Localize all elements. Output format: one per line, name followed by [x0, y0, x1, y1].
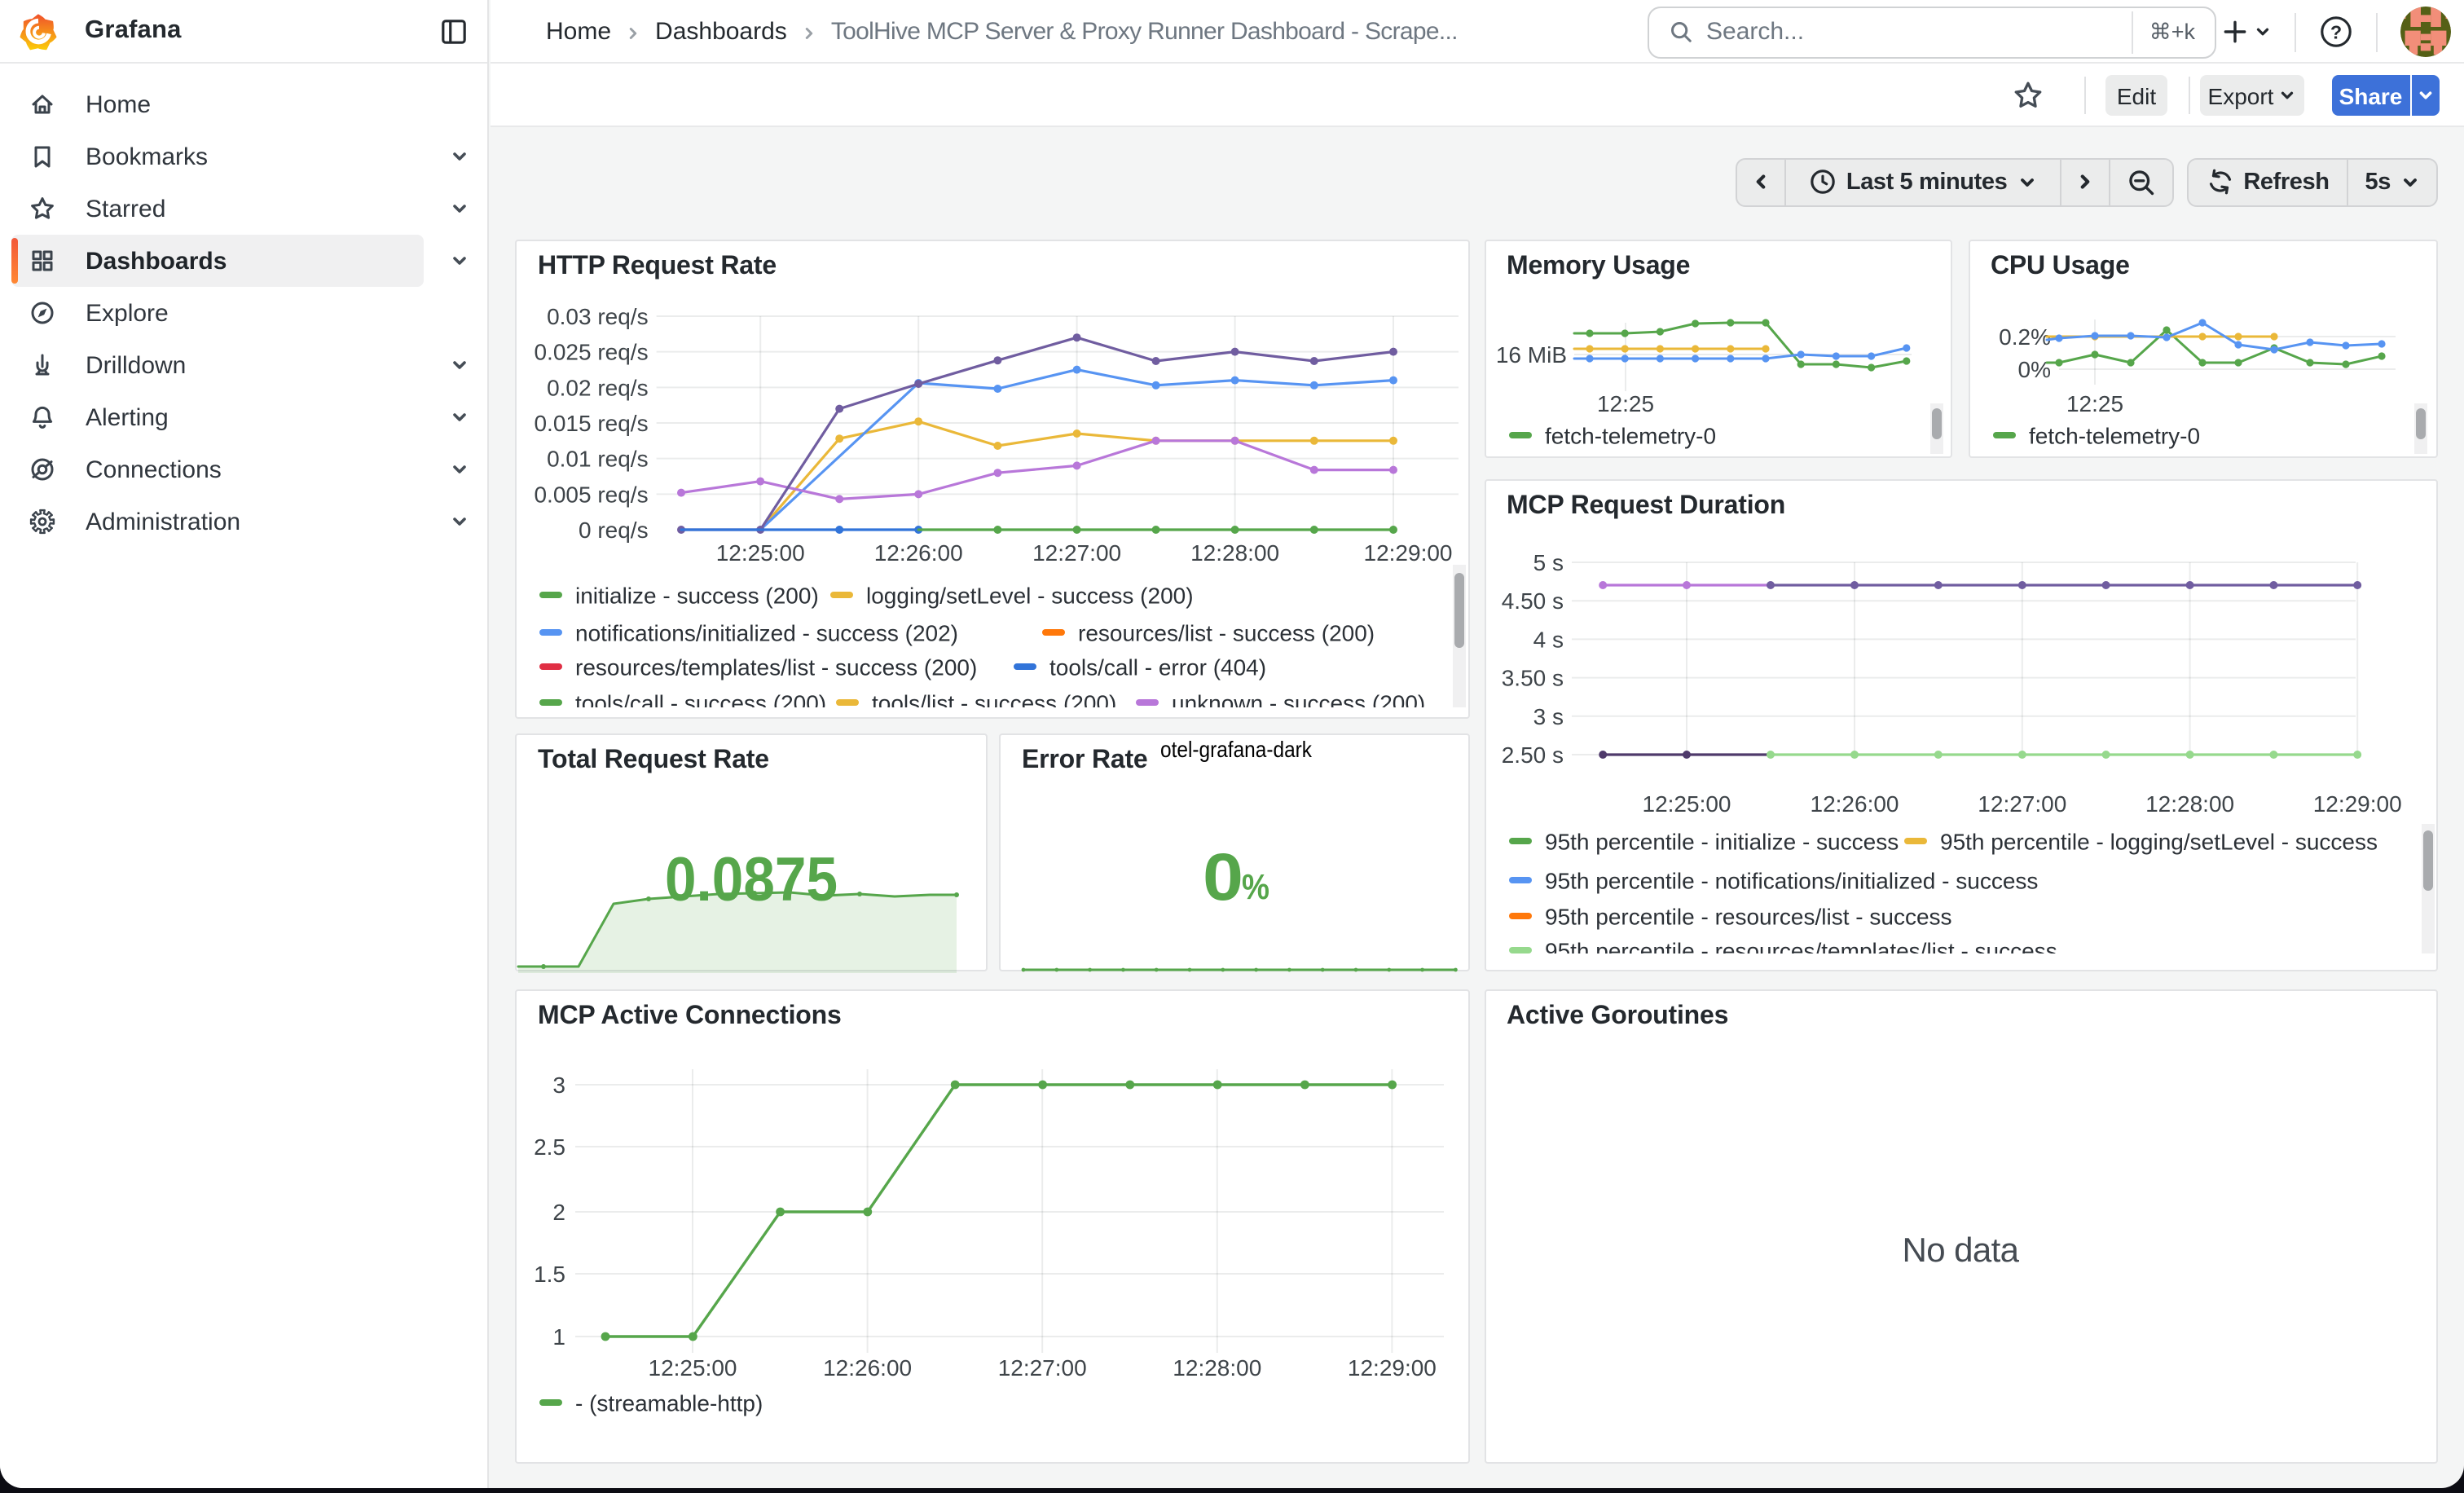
svg-text:?: ? [2330, 21, 2342, 42]
